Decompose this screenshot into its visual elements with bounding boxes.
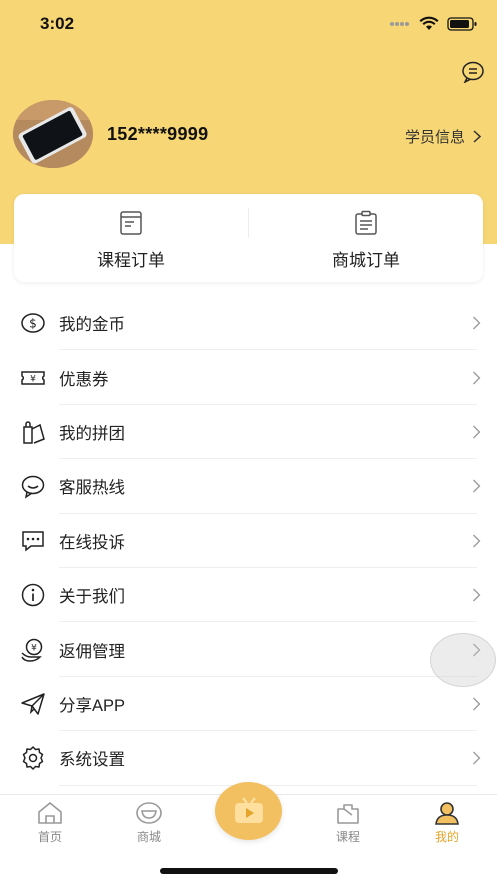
menu-item-about[interactable]: 关于我们 (0, 568, 497, 623)
menu-label: 优惠券 (59, 370, 109, 389)
chevron-right-icon (473, 751, 481, 765)
tab-home[interactable]: 首页 (15, 801, 85, 845)
menu-label: 分享APP (59, 696, 126, 715)
avatar[interactable] (13, 100, 93, 168)
student-info-label: 学员信息 (404, 129, 465, 146)
home-indicator (160, 868, 338, 874)
menu-item-settings[interactable]: 系统设置 (0, 731, 497, 786)
order-card: 课程订单 商城订单 (14, 194, 483, 282)
chevron-right-icon (473, 588, 481, 602)
course-order-button[interactable]: 课程订单 (14, 194, 248, 282)
divider (59, 784, 477, 786)
menu-label: 在线投诉 (59, 533, 125, 552)
tab-label: 课程 (335, 830, 360, 844)
chevron-right-icon (473, 371, 481, 385)
status-time: 3:02 (40, 14, 75, 33)
menu-label: 我的拼团 (59, 424, 125, 443)
tab-profile[interactable]: 我的 (412, 801, 482, 845)
mall-order-icon (355, 210, 377, 235)
tab-mall[interactable]: 商城 (114, 801, 184, 845)
menu-label: 返佣管理 (59, 642, 125, 661)
mall-icon (136, 802, 162, 824)
menu-item-hotline[interactable]: 客服热线 (0, 459, 497, 514)
menu-item-group-buy[interactable]: 我的拼团 (0, 405, 497, 460)
settings-icon (22, 746, 44, 771)
chevron-right-icon (473, 130, 481, 143)
svg-text:¥: ¥ (30, 374, 36, 384)
info-icon (21, 583, 45, 607)
user-phone: 152****9999 (107, 124, 209, 144)
profile-icon (435, 802, 459, 825)
tab-label: 首页 (37, 830, 62, 844)
mall-order-label: 商城订单 (332, 251, 400, 270)
menu-label: 关于我们 (59, 588, 125, 607)
complaint-icon (22, 531, 44, 552)
coupon-icon: ¥ (21, 370, 45, 385)
tv-play-icon (234, 797, 263, 823)
status-indicators (389, 16, 477, 31)
svg-text:$: $ (29, 317, 37, 331)
battery-icon (447, 16, 477, 31)
signal-icon (390, 21, 409, 26)
coin-icon: $ (21, 313, 45, 333)
message-icon[interactable] (461, 61, 485, 83)
avatar-image (13, 100, 93, 168)
chevron-right-icon (473, 697, 481, 711)
menu-item-complaint[interactable]: 在线投诉 (0, 514, 497, 568)
menu-label: 系统设置 (59, 751, 125, 770)
menu-list: $ 我的金币 ¥ 优惠券 我的拼团 客服热线 在线投诉 关于我们 ¥ 返佣管理 … (0, 296, 497, 786)
menu-item-share[interactable]: 分享APP (0, 677, 497, 732)
chat-bubble-icon (21, 476, 45, 499)
home-icon (38, 802, 62, 824)
group-buy-icon (23, 421, 45, 444)
course-order-icon (120, 211, 142, 235)
chevron-right-icon (473, 534, 481, 548)
tab-course[interactable]: 课程 (313, 801, 383, 845)
menu-item-coins[interactable]: $ 我的金币 (0, 296, 497, 351)
share-icon (21, 693, 45, 715)
course-order-label: 课程订单 (97, 251, 165, 270)
chevron-right-icon (473, 316, 481, 330)
center-play-button[interactable] (215, 782, 282, 840)
chevron-right-icon (473, 425, 481, 439)
svg-text:¥: ¥ (31, 643, 37, 653)
tab-label: 商城 (136, 830, 161, 844)
student-info-link[interactable]: 学员信息 (405, 126, 481, 147)
tab-label: 我的 (434, 830, 459, 844)
commission-icon: ¥ (21, 638, 43, 662)
menu-item-commission[interactable]: ¥ 返佣管理 (0, 622, 497, 677)
status-bar: 3:02 (0, 0, 497, 48)
menu-label: 我的金币 (59, 316, 125, 335)
chevron-right-icon (473, 479, 481, 493)
course-icon (337, 804, 359, 824)
wifi-icon (419, 16, 439, 30)
menu-item-coupons[interactable]: ¥ 优惠券 (0, 350, 497, 405)
mall-order-button[interactable]: 商城订单 (249, 194, 483, 282)
menu-label: 客服热线 (59, 479, 125, 498)
floating-assistive-button[interactable] (430, 633, 496, 687)
